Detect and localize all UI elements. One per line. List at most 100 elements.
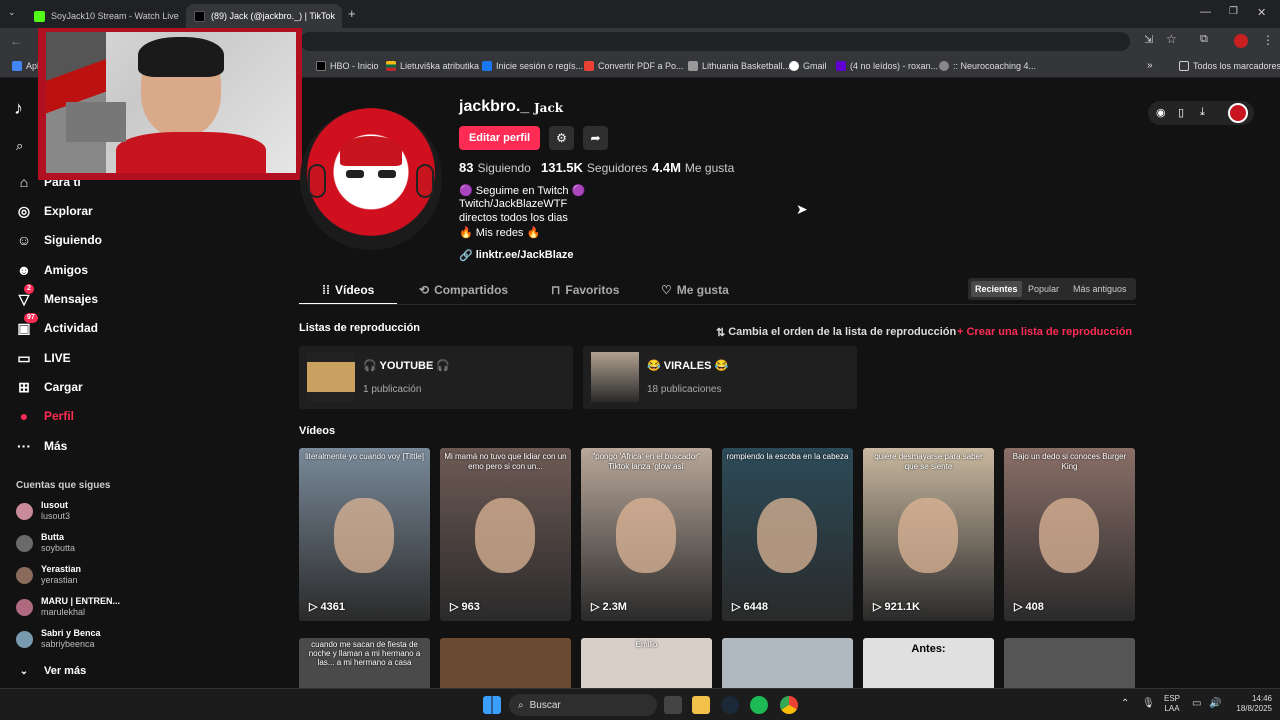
video-thumbnail[interactable]: rompiendo la escoba en la cabeza ▷ 6448	[722, 448, 853, 621]
windows-start-icon[interactable]	[483, 696, 501, 714]
minimize-icon[interactable]: —	[1200, 6, 1211, 18]
stat-following[interactable]: 83 Siguiendo	[459, 160, 531, 175]
following-account[interactable]: lusout lusout3	[16, 500, 70, 522]
tab-videos-label[interactable]: ⁞⁞ Vídeos	[322, 283, 374, 297]
video-thumbnail[interactable]: Antes:	[863, 638, 994, 688]
tiktok-logo-icon[interactable]: ♪	[14, 98, 23, 119]
top-actions: ◉ ▯ ⤓	[1148, 101, 1254, 125]
browser-menu-icon[interactable]: ⋮	[1262, 33, 1274, 47]
video-thumbnail[interactable]: Emilio	[581, 638, 712, 688]
following-account[interactable]: MARU | ENTREN... marulekhal	[16, 596, 120, 618]
address-bar[interactable]	[300, 32, 1130, 51]
network-icon[interactable]: ▭	[1192, 698, 1201, 709]
following-account[interactable]: Sabri y Benca sabriybeenca	[16, 628, 101, 650]
file-explorer-icon[interactable]	[692, 696, 710, 714]
search-icon[interactable]: ⌕	[16, 138, 23, 154]
video-thumbnail[interactable]: cuando me sacan de fiesta de noche y lla…	[299, 638, 430, 688]
video-thumbnail[interactable]: Bajo un dedo si conoces Burger King ▷ 408	[1004, 448, 1135, 621]
sidebar-item-actividad[interactable]: ▣ 97 Actividad	[16, 313, 98, 336]
steam-icon[interactable]	[721, 696, 739, 714]
bookmark-yahoo[interactable]: (4 no leídos) - roxan...	[836, 61, 938, 71]
bookmark-gmail[interactable]: Gmail	[789, 61, 827, 71]
language-indicator[interactable]: ESP LAA	[1164, 694, 1180, 714]
following-account[interactable]: Yerastian yerastian	[16, 564, 81, 586]
video-thumbnail[interactable]: "pongo 'Africa' en el buscador" Tiktok l…	[581, 448, 712, 621]
tab-reposts[interactable]: ⟲ Compartidos	[419, 283, 508, 297]
maximize-icon[interactable]: ❐	[1229, 6, 1238, 17]
tab-favorites[interactable]: ⊓ Favoritos	[551, 283, 619, 297]
play-icon: ▷	[732, 601, 744, 613]
profile-link[interactable]: 🔗 linktr.ee/JackBlaze	[459, 249, 574, 262]
sidebar-item-cargar[interactable]: ⊞ Cargar	[16, 379, 83, 395]
bookmark-login[interactable]: Inicie sesión o regís...	[482, 61, 583, 71]
spotify-icon[interactable]	[750, 696, 768, 714]
playlist-card[interactable]: 😂 VIRALES 😂 18 publicaciones	[583, 346, 857, 409]
back-icon[interactable]: ←	[10, 34, 22, 48]
bookmarks-more-icon[interactable]: »	[1147, 60, 1153, 71]
sidebar-item-perfil[interactable]: ● Perfil	[16, 408, 74, 424]
more-icon: ···	[17, 438, 31, 454]
see-more-button[interactable]: ⌄ Ver más	[16, 663, 86, 679]
sort-oldest[interactable]: Más antiguos	[1069, 281, 1131, 297]
sort-popular[interactable]: Popular	[1024, 281, 1063, 297]
bookmark-apps[interactable]: Apl	[12, 61, 39, 71]
video-thumbnail[interactable]	[1004, 638, 1135, 688]
video-caption: "pongo 'Africa' en el buscador" Tiktok l…	[592, 452, 701, 471]
task-view-icon[interactable]	[664, 696, 682, 714]
sidebar-item-mensajes[interactable]: ▽ 2 Mensajes	[16, 284, 98, 307]
edit-profile-button[interactable]: Editar perfil	[459, 126, 540, 150]
settings-button[interactable]: ⚙	[549, 126, 574, 150]
download-icon[interactable]: ⤓	[1200, 106, 1205, 119]
chrome-icon[interactable]	[780, 696, 798, 714]
share-profile-button[interactable]: ➦	[583, 126, 608, 150]
video-thumbnail[interactable]: Mi mamá no tuvo que lidiar con un emo pe…	[440, 448, 571, 621]
tab-liked[interactable]: ♡ Me gusta	[661, 283, 729, 297]
new-tab-button[interactable]: +	[348, 6, 356, 21]
taskbar-search[interactable]: ⌕ Buscar	[509, 694, 657, 716]
sort-recent[interactable]: Recientes	[971, 281, 1022, 297]
close-tab-icon[interactable]: ✕	[341, 11, 342, 22]
sidebar-item-amigos[interactable]: ☻ Amigos	[16, 262, 88, 278]
video-thumbnail[interactable]	[722, 638, 853, 688]
account-avatar-icon[interactable]	[1234, 34, 1248, 48]
tab-search-icon[interactable]: ⌄	[8, 7, 16, 18]
install-icon[interactable]: ⇲	[1144, 33, 1153, 46]
clock[interactable]: 14:46 18/8/2025	[1228, 694, 1272, 714]
following-account[interactable]: Butta soybutta	[16, 532, 75, 554]
volume-icon[interactable]: 🔊	[1209, 698, 1221, 709]
device-icon[interactable]: ▯	[1178, 106, 1184, 119]
create-playlist-button[interactable]: + Crear una lista de reproducción	[957, 326, 1132, 338]
video-thumbnail[interactable]: quiere desmayarse para saber que se sien…	[863, 448, 994, 621]
microphone-icon[interactable]: 🎙	[1142, 698, 1155, 709]
bookmark-pdf[interactable]: Convertir PDF a Po...	[584, 61, 684, 71]
close-window-icon[interactable]: ✕	[1257, 6, 1266, 19]
bookmark-basketball[interactable]: Lithuania Basketball...	[688, 61, 790, 71]
bookmark-star-icon[interactable]: ☆	[1166, 32, 1177, 46]
reorder-playlist-button[interactable]: ⇅ Cambia el orden de la lista de reproduc…	[716, 326, 956, 339]
avatar	[16, 534, 33, 552]
video-thumbnail[interactable]: literalmente yo cuando voy [Tittle] ▷ 436…	[299, 448, 430, 621]
playlist-card[interactable]: 🎧 YOUTUBE 🎧 1 publicación	[299, 346, 573, 409]
sidebar-item-live[interactable]: ▭ LIVE	[16, 350, 70, 366]
sidebar-item-explorar[interactable]: ◎ Explorar	[16, 203, 93, 219]
bookmark-neurocoaching[interactable]: :: Neurocoaching 4...	[939, 61, 1036, 71]
tab-tiktok[interactable]: (89) Jack (@jackbro._) | TikTok ✕	[186, 4, 342, 28]
user-avatar-icon[interactable]	[1228, 103, 1248, 123]
coin-icon[interactable]: ◉	[1156, 106, 1166, 119]
bookmark-hbo[interactable]: HBO - Inicio	[316, 61, 379, 71]
tray-chevron-icon[interactable]: ⌃	[1121, 698, 1129, 709]
all-bookmarks[interactable]: Todos los marcadores	[1179, 61, 1280, 71]
video-views: ▷ 921.1K	[873, 600, 920, 613]
webcam-overlay	[38, 28, 302, 180]
following-title: Cuentas que sigues	[16, 480, 111, 491]
link-icon: 🔗	[459, 250, 473, 262]
tab-kick-stream[interactable]: SoyJack10 Stream - Watch Live ✕	[26, 4, 186, 28]
video-caption: quiere desmayarse para saber que se sien…	[874, 452, 983, 471]
stat-followers[interactable]: 131.5K Seguidores	[541, 160, 648, 175]
extensions-icon[interactable]: ⧉	[1200, 33, 1208, 46]
sidebar-item-más[interactable]: ··· Más	[16, 438, 67, 454]
sidebar-item-siguiendo[interactable]: ☺ Siguiendo	[16, 232, 102, 248]
profile-avatar[interactable]	[300, 108, 442, 250]
video-thumbnail[interactable]	[440, 638, 571, 688]
bookmark-lietuviska[interactable]: Lietuviška atributika	[386, 61, 479, 71]
